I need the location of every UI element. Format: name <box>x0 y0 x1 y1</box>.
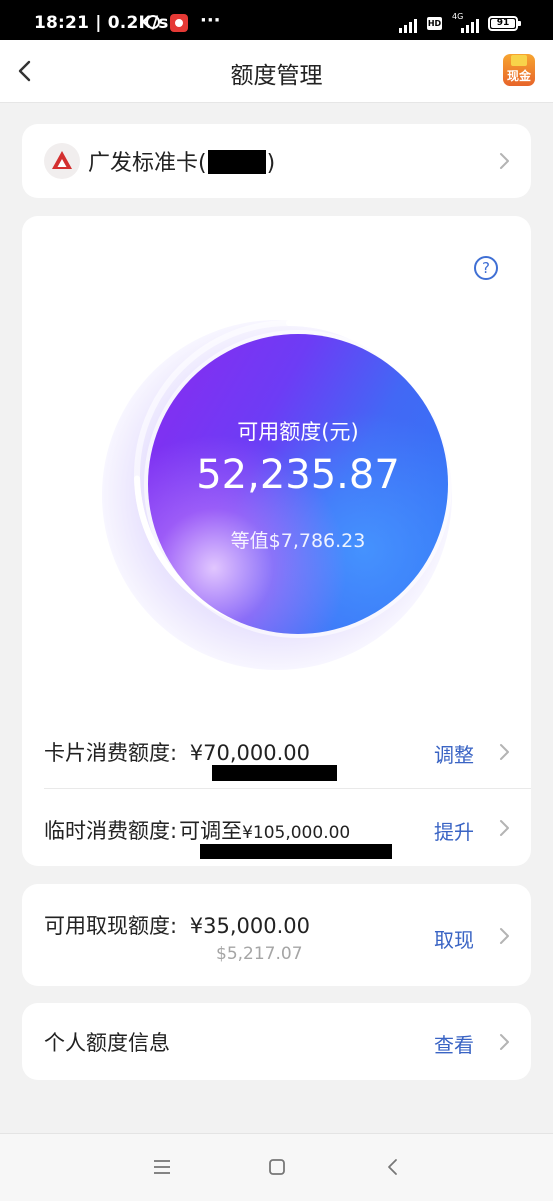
app-notification-icon <box>170 14 188 32</box>
divider <box>44 788 531 789</box>
cash-limit-label-text: 可用取现额度: <box>44 914 178 938</box>
signal-icon-2 <box>461 15 483 33</box>
more-notifications-icon: ··· <box>200 10 221 31</box>
hd-icon: HD <box>427 17 442 30</box>
card-number-redaction <box>207 150 266 174</box>
available-credit-amount: 52,235.87 <box>196 452 400 498</box>
view-personal-limit-link[interactable]: 查看 <box>434 1029 474 1058</box>
cash-limit-label: 可用取现额度: ¥35,000.00 <box>44 910 310 940</box>
chevron-right-icon <box>500 928 509 944</box>
redaction-bar <box>200 844 392 859</box>
bank-card-name: 广发标准卡() <box>88 145 275 177</box>
battery-icon: 91 <box>488 16 521 31</box>
cash-icon[interactable]: 现金 <box>503 54 535 86</box>
status-bar: 18:21 | 0.2K/s ··· HD 4G 91 <box>0 0 553 40</box>
cash-limit-card[interactable]: 可用取现额度: ¥35,000.00 $5,217.07 取现 <box>22 884 531 986</box>
cash-limit-usd: $5,217.07 <box>216 944 303 964</box>
nav-bar: 额度管理 现金 <box>0 40 553 103</box>
card-limit-label: 卡片消费额度: ¥70,000.00 <box>44 737 310 767</box>
credit-circle: 可用额度(元) 52,235.87 等值$7,786.23 <box>50 236 503 688</box>
bank-card-name-suffix: ) <box>266 151 276 176</box>
bank-card-name-prefix: 广发标准卡( <box>88 151 207 176</box>
withdraw-cash-link[interactable]: 取现 <box>434 924 474 953</box>
cash-icon-label: 现金 <box>506 69 531 83</box>
temp-limit-value: ¥105,000.00 <box>242 823 351 843</box>
chevron-right-icon <box>500 153 509 169</box>
signal-icon <box>399 15 421 33</box>
battery-level: 91 <box>491 19 515 28</box>
temp-limit-value-prefix: 可调至 <box>179 819 243 843</box>
personal-limit-card[interactable]: 个人额度信息 查看 <box>22 1003 531 1080</box>
bank-logo-icon <box>44 143 80 179</box>
chevron-right-icon <box>500 744 509 760</box>
home-icon[interactable] <box>268 1158 286 1176</box>
credit-ball: 可用额度(元) 52,235.87 等值$7,786.23 <box>148 334 448 634</box>
card-limit-label-text: 卡片消费额度: <box>44 741 178 765</box>
chevron-right-icon <box>500 1034 509 1050</box>
raise-limit-link[interactable]: 提升 <box>434 816 474 845</box>
temp-limit-label-text: 临时消费额度: <box>44 819 178 843</box>
card-limit-value: ¥70,000.00 <box>189 741 311 765</box>
chevron-right-icon <box>500 820 509 836</box>
adjust-limit-link[interactable]: 调整 <box>434 739 474 768</box>
system-nav-bar <box>0 1133 553 1201</box>
available-credit-label: 可用额度(元) <box>237 420 359 444</box>
personal-limit-label: 个人额度信息 <box>44 1031 170 1055</box>
alarm-icon <box>146 15 160 29</box>
menu-icon[interactable] <box>153 1159 171 1175</box>
system-back-icon[interactable] <box>385 1158 399 1176</box>
available-credit-usd: 等值$7,786.23 <box>230 530 366 552</box>
credit-limit-card: ? 可用额度(元) 52,235.87 等值$7,786.23 卡片消费额度: … <box>22 216 531 866</box>
redaction-bar <box>212 765 337 781</box>
page-title: 额度管理 <box>230 63 323 89</box>
cash-limit-value: ¥35,000.00 <box>189 914 311 938</box>
bank-card-selector[interactable]: 广发标准卡() <box>22 124 531 198</box>
temp-limit-label: 临时消费额度:可调至¥105,000.00 <box>44 815 350 845</box>
